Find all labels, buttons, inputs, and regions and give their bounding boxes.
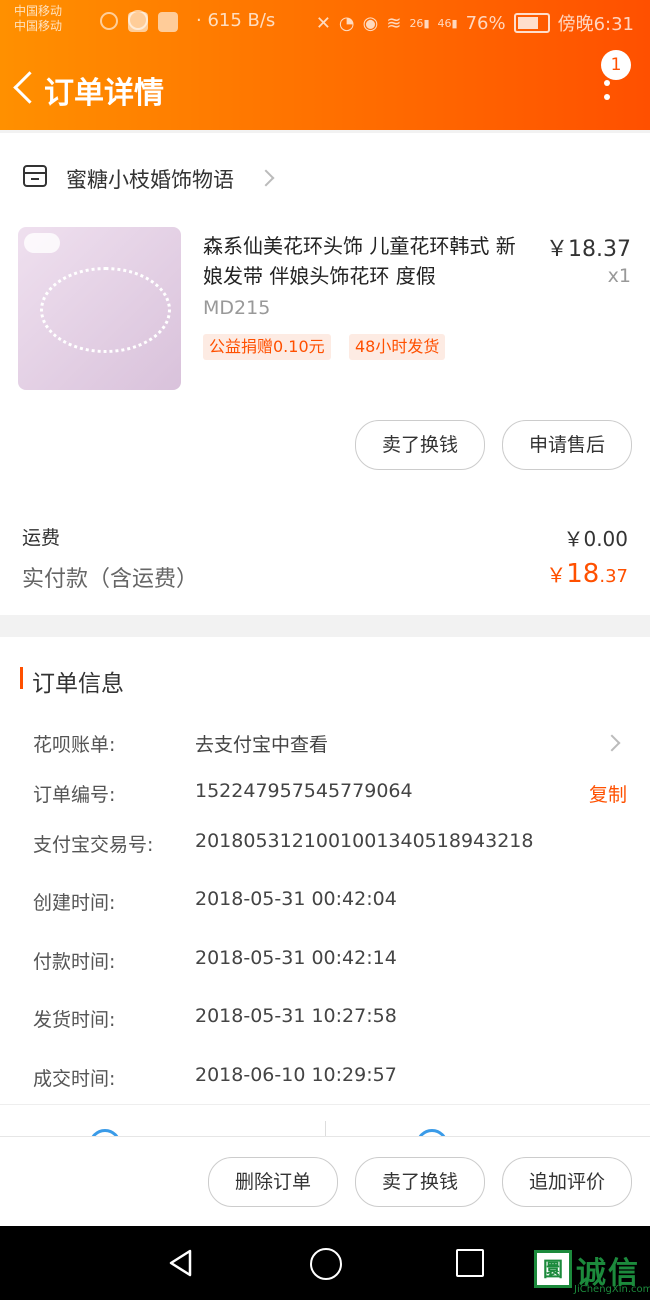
created-time: 2018-05-31 00:42:04 bbox=[195, 888, 397, 910]
bottom-action-bar: 删除订单 卖了换钱 追加评价 bbox=[0, 1136, 650, 1227]
row-label: 支付宝交易号: bbox=[33, 834, 154, 856]
nav-back-icon[interactable] bbox=[168, 1249, 194, 1277]
watermark-url: JiChengXin.com bbox=[574, 1284, 650, 1295]
alarm-icon: ◔ bbox=[338, 12, 355, 34]
delete-order-button[interactable]: 删除订单 bbox=[208, 1157, 338, 1207]
shop-logo-icon bbox=[24, 233, 60, 253]
carrier-info: 中国移动 中国移动 bbox=[14, 4, 62, 34]
row-label: 付款时间: bbox=[33, 951, 116, 973]
smile-icon bbox=[100, 12, 118, 30]
nav-recent-apps-icon[interactable] bbox=[456, 1249, 484, 1277]
carrier-2: 中国移动 bbox=[14, 19, 63, 33]
more-dot-icon bbox=[604, 94, 610, 100]
paid-decimal: .37 bbox=[599, 566, 628, 587]
sell-for-cash-button[interactable]: 卖了换钱 bbox=[355, 420, 485, 470]
paid-amount: ￥18.37 bbox=[546, 559, 628, 589]
paid-time: 2018-05-31 00:42:14 bbox=[195, 947, 397, 969]
page-title: 订单详情 bbox=[44, 76, 164, 111]
wifi-icon: ≋ bbox=[386, 12, 402, 34]
row-label: 订单编号: bbox=[33, 784, 116, 806]
battery-icon bbox=[513, 13, 550, 33]
clock: 傍晚6:31 bbox=[557, 14, 634, 35]
product-quantity: x1 bbox=[607, 265, 631, 287]
shipping-tag: 48小时发货 bbox=[349, 334, 446, 360]
contact-strip bbox=[0, 1104, 650, 1137]
watermark-logo: 圜 bbox=[534, 1250, 572, 1288]
nav-home-icon[interactable] bbox=[310, 1248, 342, 1280]
huabei-row[interactable]: 花呗账单: 去支付宝中查看 bbox=[0, 725, 650, 761]
section-accent-bar bbox=[20, 667, 23, 689]
shop-icon bbox=[23, 165, 47, 187]
chevron-right-icon bbox=[603, 734, 621, 752]
alipay-trade-number: 2018053121001001340518943218 bbox=[195, 830, 534, 852]
product-name[interactable]: 森系仙美花环头饰 儿童花环韩式 新娘发带 伴娘头饰花环 度假 bbox=[203, 231, 528, 291]
clock-app-icon bbox=[158, 12, 178, 32]
product-sku: MD215 bbox=[203, 297, 271, 319]
net-speed: · 615 B/s bbox=[196, 10, 276, 31]
row-value: 去支付宝中查看 bbox=[195, 734, 329, 756]
carrier-1: 中国移动 bbox=[14, 4, 63, 18]
battery-level: 76% bbox=[465, 12, 506, 34]
shop-row[interactable]: 蜜糖小枝婚饰物语 bbox=[0, 133, 300, 221]
product-image[interactable] bbox=[18, 227, 181, 390]
shipping-label: 运费 bbox=[22, 527, 61, 549]
paid-label: 实付款（含运费） bbox=[22, 567, 199, 592]
row-label: 发货时间: bbox=[33, 1009, 116, 1031]
row-label: 花呗账单: bbox=[33, 734, 116, 756]
message-badge[interactable]: 1 bbox=[601, 50, 631, 80]
shop-name: 蜜糖小枝婚饰物语 bbox=[66, 168, 234, 192]
more-dot-icon bbox=[604, 80, 610, 86]
copy-button[interactable]: 复制 bbox=[589, 780, 627, 807]
divider bbox=[325, 1121, 326, 1137]
sell-for-cash-bottom-button[interactable]: 卖了换钱 bbox=[355, 1157, 485, 1207]
order-card: 蜜糖小枝婚饰物语 森系仙美花环头饰 儿童花环韩式 新娘发带 伴娘头饰花环 度假 … bbox=[0, 133, 650, 615]
watermark: 圜 诚信 JiChengXin.com bbox=[534, 1250, 650, 1296]
flower-crown-image bbox=[40, 267, 171, 353]
paid-integer: 18 bbox=[566, 559, 600, 589]
signal-1-icon: 26▮ bbox=[409, 16, 430, 30]
status-bar: 中国移动 中国移动 · 615 B/s ✕ ◔ ◉ ≋ 26▮ 46▮ 76% … bbox=[0, 0, 650, 44]
after-sales-button[interactable]: 申请售后 bbox=[502, 420, 632, 470]
shipping-value: ￥0.00 bbox=[563, 527, 628, 551]
chevron-right-icon bbox=[257, 169, 275, 187]
eye-icon: ◉ bbox=[362, 12, 379, 34]
add-review-button[interactable]: 追加评价 bbox=[502, 1157, 632, 1207]
row-label: 创建时间: bbox=[33, 892, 116, 914]
back-button[interactable] bbox=[10, 66, 44, 110]
shipped-time: 2018-05-31 10:27:58 bbox=[195, 1005, 397, 1027]
product-price: ￥18.37 bbox=[546, 237, 631, 262]
order-info-title: 订单信息 bbox=[32, 671, 124, 697]
app-icons bbox=[100, 12, 178, 32]
signal-2-icon: 46▮ bbox=[437, 16, 458, 30]
charity-tag: 公益捐赠0.10元 bbox=[203, 334, 331, 360]
mute-icon: ✕ bbox=[315, 12, 331, 34]
header: 中国移动 中国移动 · 615 B/s ✕ ◔ ◉ ≋ 26▮ 46▮ 76% … bbox=[0, 0, 650, 130]
completed-time: 2018-06-10 10:29:57 bbox=[195, 1064, 397, 1086]
order-number: 152247957545779064 bbox=[195, 780, 413, 802]
paid-currency: ￥ bbox=[546, 563, 567, 587]
system-icons: ✕ ◔ ◉ ≋ 26▮ 46▮ 76% 傍晚6:31 bbox=[316, 10, 634, 36]
order-info-card: 订单信息 花呗账单: 去支付宝中查看 订单编号: 152247957545779… bbox=[0, 637, 650, 1107]
app-notify-icon bbox=[128, 12, 148, 32]
row-label: 成交时间: bbox=[33, 1068, 116, 1090]
